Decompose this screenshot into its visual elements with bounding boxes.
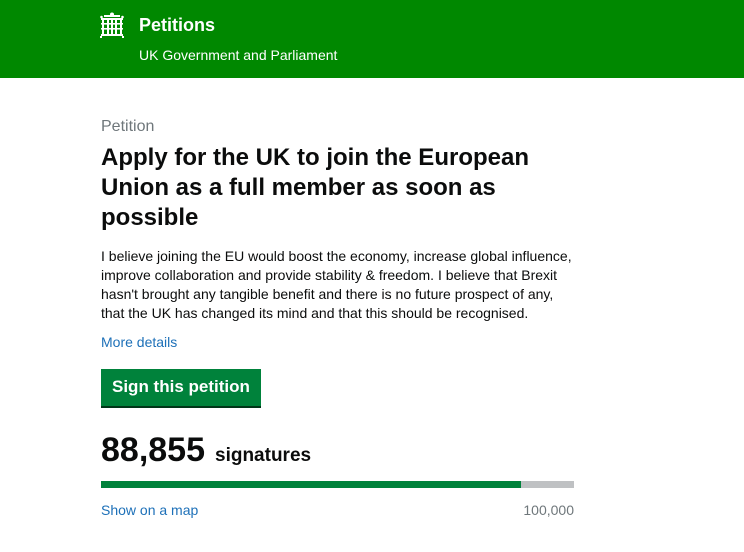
portcullis-icon[interactable] bbox=[100, 12, 124, 38]
petition-main: Petition Apply for the UK to join the Eu… bbox=[101, 117, 581, 519]
signature-count: 88,855 signatures bbox=[101, 431, 581, 469]
site-header: Petitions UK Government and Parliament bbox=[0, 0, 744, 78]
petition-kicker: Petition bbox=[101, 118, 155, 135]
show-on-map-link[interactable]: Show on a map bbox=[101, 501, 198, 519]
petition-title: Apply for the UK to join the European Un… bbox=[101, 144, 529, 231]
signature-threshold: 100,000 bbox=[523, 502, 574, 518]
signature-count-number: 88,855 bbox=[101, 431, 205, 469]
more-details-link[interactable]: More details bbox=[101, 333, 177, 351]
signature-progress-bar bbox=[101, 481, 574, 488]
site-title-link[interactable]: Petitions bbox=[139, 14, 215, 36]
signature-count-unit: signatures bbox=[215, 445, 312, 466]
sign-petition-button[interactable]: Sign this petition bbox=[101, 369, 261, 406]
progress-footer: Show on a map 100,000 bbox=[101, 501, 574, 519]
signature-progress-fill bbox=[101, 481, 522, 488]
petition-description: I believe joining the EU would boost the… bbox=[101, 248, 572, 321]
site-subtitle: UK Government and Parliament bbox=[139, 47, 338, 63]
